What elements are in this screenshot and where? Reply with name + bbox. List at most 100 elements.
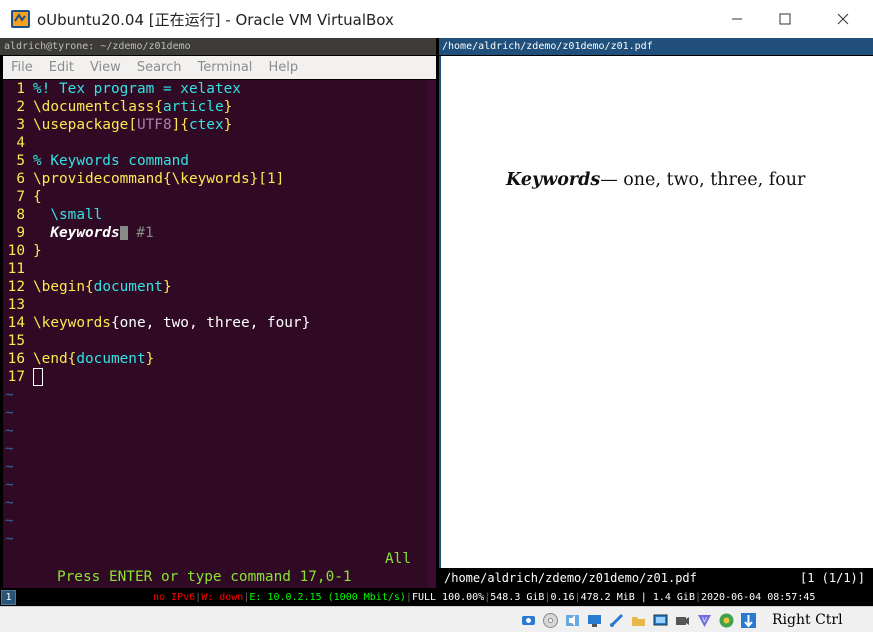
vim-line[interactable]: 11 — [3, 260, 428, 278]
vim-empty-line: ~ — [5, 441, 14, 457]
code-token: \providecommand — [33, 171, 163, 187]
vim-line[interactable]: 17 — [3, 368, 428, 386]
menu-help[interactable]: Help — [268, 60, 298, 75]
code-token: [1] — [258, 171, 285, 187]
vim-line[interactable]: 7{ — [3, 188, 428, 206]
vim-line[interactable]: 3 \usepackage[UTF8]{ctex} — [3, 116, 428, 134]
virtualization-icon[interactable]: V — [695, 611, 714, 630]
workspace-button[interactable]: 1 — [1, 590, 16, 605]
code-token: document — [93, 279, 163, 295]
host-key-label: Right Ctrl — [772, 612, 843, 628]
terminal-body[interactable]: 1 %! Tex program = xelatex 2 \documentclass… — [3, 80, 436, 588]
pdf-window-title[interactable]: /home/aldrich/zdemo/z01demo/z01.pdf — [439, 38, 873, 55]
code-token: } — [162, 279, 172, 295]
pdf-keyword-rest: — one, two, three, four — [600, 170, 806, 190]
vim-line[interactable]: 1 %! Tex program = xelatex — [3, 80, 428, 98]
vim-line[interactable]: 9 Keywords #1 — [3, 224, 428, 242]
vim-empty-line: ~ — [5, 405, 14, 421]
hard-disk-icon[interactable] — [519, 611, 538, 630]
vim-line[interactable]: 14 \keywords {one, two, three, four} — [3, 314, 428, 332]
minimize-button[interactable] — [714, 0, 760, 38]
shared-folders-icon[interactable] — [629, 611, 648, 630]
vim-line[interactable]: 12 \begin{document} — [3, 278, 428, 296]
maximize-button[interactable] — [762, 0, 808, 38]
code-token: {one, two, three, four} — [110, 315, 311, 331]
vim-buffer[interactable]: 1 %! Tex program = xelatex 2 \documentclass… — [3, 80, 428, 548]
vim-empty-line: ~ — [5, 387, 14, 403]
vim-line[interactable]: 4 — [3, 134, 428, 152]
pdf-page[interactable]: Keywords— one, two, three, four — [439, 56, 873, 568]
vim-empty-line: ~ — [5, 495, 14, 511]
code-token: %! Tex program = xelatex — [33, 81, 241, 97]
mouse-integration-icon[interactable] — [739, 611, 758, 630]
vim-status-scroll: All — [385, 551, 411, 567]
window-titlebar: oUbuntu20.04 [正在运行] - Oracle VM VirtualB… — [0, 0, 873, 38]
code-token: ctex — [188, 117, 224, 133]
svg-text:V: V — [702, 616, 707, 624]
code-token: \begin — [33, 279, 85, 295]
network-icon[interactable] — [585, 611, 604, 630]
load-status: 0.16 — [550, 592, 575, 603]
optical-drive-icon[interactable] — [541, 611, 560, 630]
menu-file[interactable]: File — [11, 60, 33, 75]
line-number: 10 — [7, 243, 25, 259]
ethernet-status: E: 10.0.2.15 (1000 Mbit/s) — [249, 592, 406, 603]
vim-line[interactable]: 15 — [3, 332, 428, 350]
terminal-scrollbar[interactable] — [428, 80, 436, 588]
vim-line[interactable]: 16 \end{document} — [3, 350, 428, 368]
code-token: } — [223, 99, 233, 115]
close-icon — [837, 13, 849, 25]
disk-status: 548.3 GiB — [490, 592, 545, 603]
code-token: % Keywords command — [33, 153, 189, 169]
code-token: } — [33, 243, 42, 259]
maximize-icon — [779, 13, 791, 25]
code-token: \end — [33, 351, 68, 367]
wifi-status: W: down — [201, 592, 244, 603]
menu-edit[interactable]: Edit — [49, 60, 74, 75]
bar-status-text: no IPv6|W: down|E: 10.0.2.15 (1000 Mbit/… — [153, 592, 816, 603]
vim-empty-line: ~ — [5, 513, 14, 529]
line-number: 5 — [16, 153, 25, 169]
line-number: 4 — [16, 135, 25, 151]
usb-icon[interactable] — [607, 611, 626, 630]
line-number: 2 — [16, 99, 25, 115]
pdf-page-indicator: [1 (1/1)] — [799, 571, 865, 585]
vim-line[interactable]: 5 % Keywords command — [3, 152, 428, 170]
video-capture-icon[interactable] — [673, 611, 692, 630]
vim-empty-line: ~ — [5, 477, 14, 493]
guest-additions-icon[interactable] — [717, 611, 736, 630]
code-token: \usepackage — [33, 117, 129, 133]
code-token: { — [162, 171, 172, 187]
line-number: 9 — [16, 225, 25, 241]
line-number: 7 — [16, 189, 25, 205]
vim-line[interactable]: 6 \providecommand{\keywords} [1] — [3, 170, 428, 188]
vim-line[interactable]: 2 \documentclass{article} — [3, 98, 428, 116]
menu-search[interactable]: Search — [137, 60, 182, 75]
menu-terminal[interactable]: Terminal — [197, 60, 252, 75]
terminal-title[interactable]: aldrich@tyrone: ~/zdemo/z01demo — [0, 38, 436, 55]
line-number: 8 — [16, 207, 25, 223]
code-token: } — [145, 351, 155, 367]
close-button[interactable] — [820, 0, 866, 38]
terminal-menubar: File Edit View Search Terminal Help — [3, 56, 436, 79]
vm-display[interactable]: aldrich@tyrone: ~/zdemo/z01demo File Edi… — [0, 38, 873, 606]
code-token: } — [249, 171, 259, 187]
code-token: } — [223, 117, 233, 133]
audio-icon[interactable] — [563, 611, 582, 630]
vim-line[interactable]: 8 \small — [3, 206, 428, 224]
memory-status: 478.2 MiB | 1.4 GiB — [580, 592, 695, 603]
window-title: oUbuntu20.04 [正在运行] - Oracle VM VirtualB… — [37, 11, 394, 29]
code-token: [ — [128, 117, 137, 133]
line-number: 11 — [7, 261, 25, 277]
minimize-icon — [732, 18, 742, 20]
vim-line[interactable]: 13 — [3, 296, 428, 314]
display-icon[interactable] — [651, 611, 670, 630]
code-token: article — [162, 99, 224, 115]
vim-line[interactable]: 10} — [3, 242, 428, 260]
virtualbox-status-bar: V Right Ctrl — [0, 606, 873, 632]
battery-status: FULL 100.00% — [411, 592, 485, 603]
code-token: { — [84, 279, 94, 295]
vbox-device-icons: V — [519, 611, 758, 630]
menu-view[interactable]: View — [90, 60, 121, 75]
code-token: \keywords — [171, 171, 250, 187]
